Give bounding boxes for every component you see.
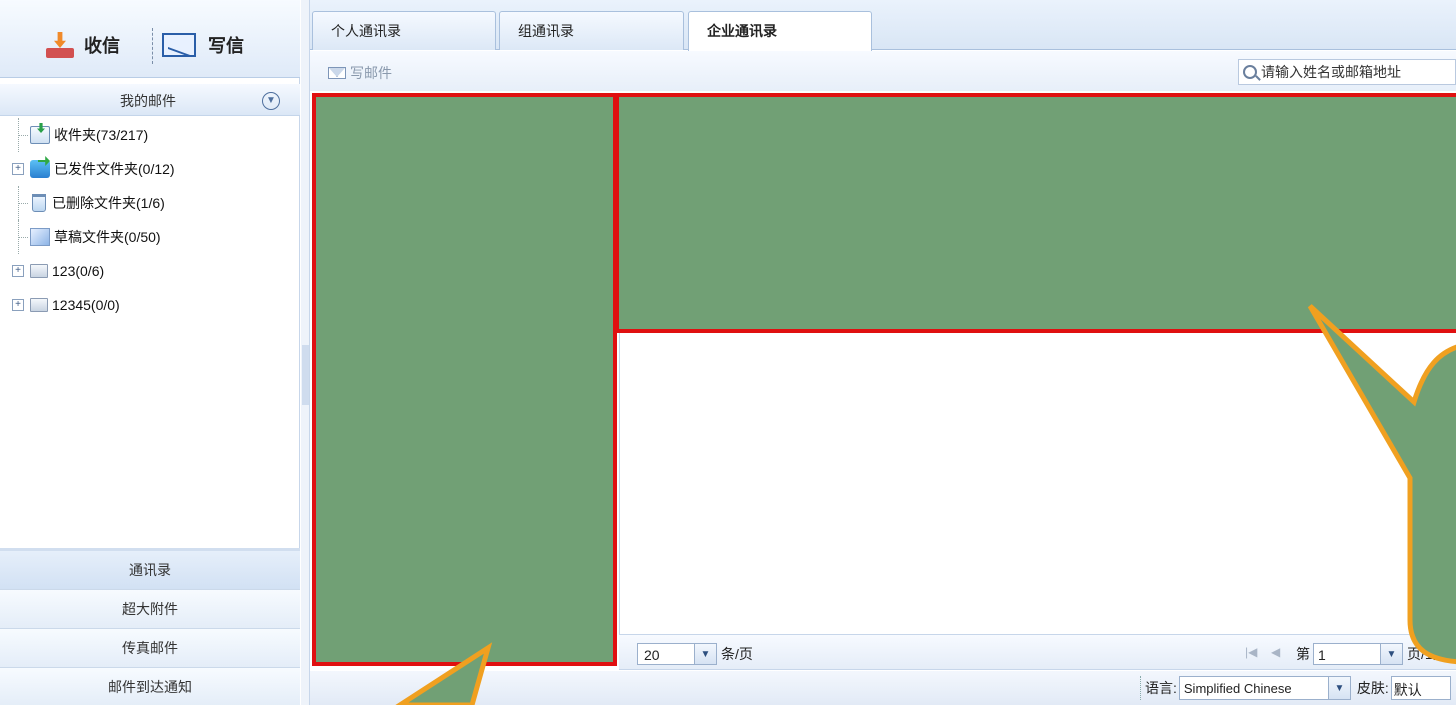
first-page-icon[interactable]: |◀	[1245, 645, 1257, 659]
sidebar-menu: 通讯录 超大附件 传真邮件 邮件到达通知	[0, 548, 300, 705]
my-mail-title: 我的邮件	[120, 93, 176, 109]
pager: 20 ▼ 条/页 |◀ ◀ 第 1 ▼ 页/1页	[619, 634, 1456, 670]
sidebar-item-contacts[interactable]: 通讯录	[0, 551, 300, 590]
status-bar: 语言: Simplified Chinese ▼ 皮肤: 默认	[310, 671, 1456, 705]
expand-icon[interactable]: +	[12, 265, 24, 277]
search-input[interactable]	[1261, 64, 1451, 80]
tab-group-contacts[interactable]: 组通讯录	[499, 11, 684, 50]
splitter-handle[interactable]	[302, 345, 309, 405]
page-number-select[interactable]: 1 ▼	[1313, 643, 1403, 665]
folder-label: 123(0/6)	[52, 263, 105, 279]
folder-12345[interactable]: + 12345(0/0)	[0, 288, 300, 322]
language-select[interactable]: Simplified Chinese ▼	[1178, 676, 1351, 700]
tab-personal-contacts[interactable]: 个人通讯录	[312, 11, 496, 50]
chevron-down-icon[interactable]: ▼	[694, 644, 716, 664]
folder-label: 已删除文件夹(1/6)	[52, 195, 165, 211]
sidebar-item-fax-mail[interactable]: 传真邮件	[0, 629, 300, 668]
folder-label: 收件夹(73/217)	[54, 127, 149, 143]
chevron-down-icon[interactable]: ▼	[1380, 644, 1402, 664]
language-skin-controls: 语言: Simplified Chinese ▼ 皮肤: 默认	[1140, 676, 1451, 700]
tree-connector	[12, 186, 28, 220]
write-mail-button[interactable]: 写邮件	[328, 63, 392, 83]
tab-bar: 个人通讯录 组通讯录 企业通讯录	[310, 0, 1456, 51]
contact-list	[619, 333, 1456, 634]
folder-label: 已发件文件夹(0/12)	[54, 161, 175, 177]
language-value: Simplified Chinese	[1183, 681, 1292, 696]
search-box[interactable]	[1238, 59, 1456, 85]
folder-drafts[interactable]: 草稿文件夹(0/50)	[0, 220, 300, 254]
folder-trash[interactable]: 已删除文件夹(1/6)	[0, 186, 300, 220]
page-total-label: 页/1页	[1407, 646, 1447, 662]
folder-123[interactable]: + 123(0/6)	[0, 254, 300, 288]
tab-enterprise-contacts[interactable]: 企业通讯录	[688, 11, 872, 51]
sidebar: 收信 写信 我的邮件 ▼ 收件夹(73/217) + 已发件文件夹(0/12) …	[0, 0, 300, 705]
department-tree-panel	[312, 93, 617, 666]
skin-label: 皮肤:	[1356, 680, 1389, 696]
folder-icon	[30, 264, 48, 278]
compose-icon	[162, 33, 196, 57]
page-number-value: 1	[1318, 647, 1326, 663]
receive-mail-button[interactable]: 收信	[46, 28, 120, 62]
trash-icon	[32, 194, 46, 212]
search-icon[interactable]	[1243, 65, 1257, 79]
expand-icon[interactable]: +	[12, 163, 24, 175]
main-panel: 个人通讯录 组通讯录 企业通讯录 写邮件 20 ▼ 条/页 |◀ ◀ 第 1 ▼…	[310, 0, 1456, 705]
folder-label: 草稿文件夹(0/50)	[54, 229, 161, 245]
skin-select[interactable]: 默认	[1390, 676, 1451, 700]
envelope-icon	[328, 67, 346, 79]
tree-connector	[12, 220, 28, 254]
inbox-icon	[30, 126, 50, 144]
sidebar-item-mail-notification[interactable]: 邮件到达通知	[0, 668, 300, 705]
folder-tree: 收件夹(73/217) + 已发件文件夹(0/12) 已删除文件夹(1/6) 草…	[0, 118, 300, 322]
contact-detail-panel	[615, 93, 1456, 333]
page-size-value: 20	[644, 647, 660, 663]
separator	[152, 28, 153, 64]
folder-inbox[interactable]: 收件夹(73/217)	[0, 118, 300, 152]
sidebar-item-large-attachments[interactable]: 超大附件	[0, 590, 300, 629]
page-size-select[interactable]: 20 ▼	[637, 643, 717, 665]
pane-splitter[interactable]	[301, 0, 310, 705]
collapse-icon[interactable]: ▼	[262, 92, 280, 110]
receive-label: 收信	[84, 36, 120, 56]
toolbar: 写邮件	[310, 51, 1456, 91]
mail-actions-bar: 收信 写信	[0, 0, 300, 78]
page-label: 第	[1296, 646, 1310, 662]
prev-page-icon[interactable]: ◀	[1271, 645, 1280, 659]
folder-label: 12345(0/0)	[52, 297, 120, 313]
write-mail-label: 写邮件	[350, 65, 392, 81]
compose-label: 写信	[208, 36, 244, 56]
tree-connector	[12, 118, 28, 152]
my-mail-header[interactable]: 我的邮件 ▼	[0, 84, 300, 116]
receive-icon	[46, 32, 74, 58]
per-page-label: 条/页	[721, 646, 753, 662]
sent-icon	[30, 160, 50, 178]
folder-icon	[30, 298, 48, 312]
draft-icon	[30, 228, 50, 246]
folder-sent[interactable]: + 已发件文件夹(0/12)	[0, 152, 300, 186]
compose-mail-button[interactable]: 写信	[162, 28, 244, 62]
language-label: 语言:	[1145, 680, 1177, 696]
chevron-down-icon[interactable]: ▼	[1327, 677, 1350, 699]
expand-icon[interactable]: +	[12, 299, 24, 311]
